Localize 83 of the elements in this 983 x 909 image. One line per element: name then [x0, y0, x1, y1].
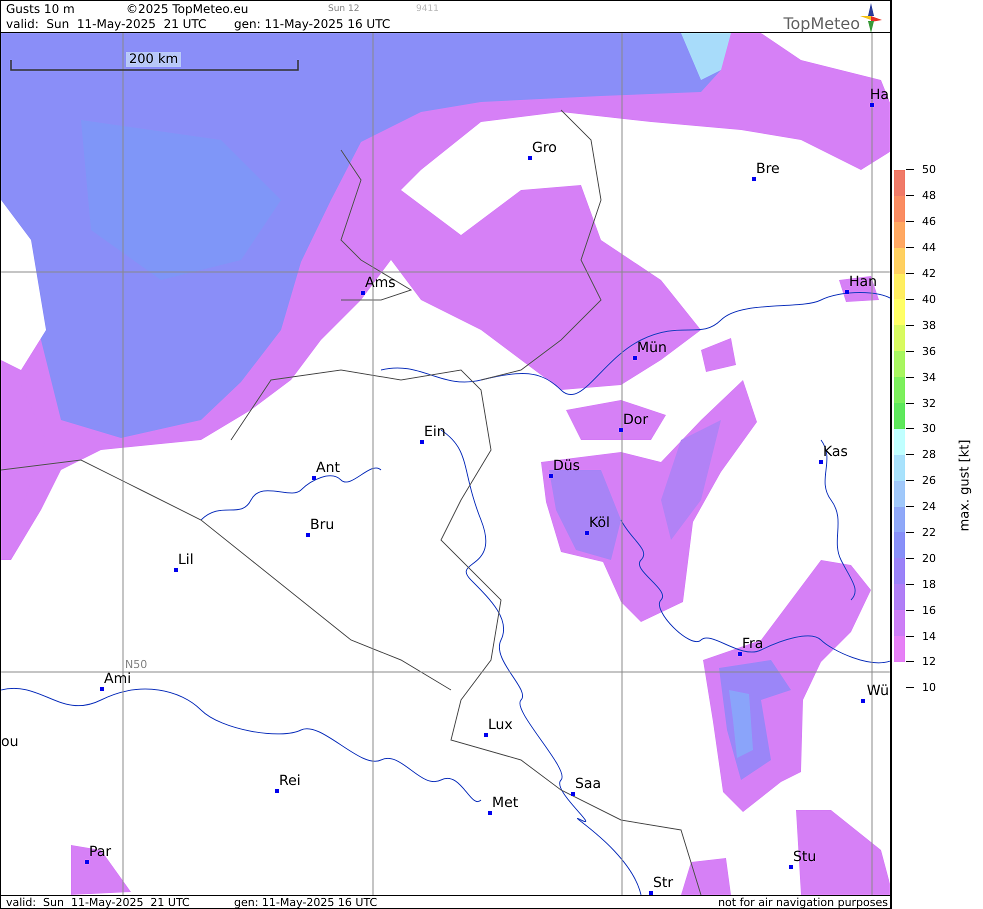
legend-tick-label: 46	[922, 215, 936, 228]
city-label: ou	[1, 734, 18, 750]
legend-tick-label: 36	[922, 344, 936, 358]
generated-time: gen: 11-May-2025 16 UTC	[234, 16, 390, 30]
city-marker	[549, 474, 553, 478]
city-marker	[789, 865, 793, 869]
city-label: Dor	[623, 412, 648, 428]
day-label: Sun 12	[328, 4, 360, 14]
city-marker	[312, 476, 316, 480]
city-label: Lux	[488, 717, 513, 733]
city-marker	[571, 792, 575, 796]
city-marker	[752, 177, 756, 181]
city-label: Ant	[316, 460, 340, 476]
legend-title: max. gust [kt]	[958, 439, 972, 531]
legend-tick-label: 48	[922, 189, 936, 202]
map-title: Gusts 10 m	[6, 2, 76, 16]
city-label: Saa	[575, 776, 602, 792]
city-marker	[819, 460, 823, 464]
legend-tick-label: 30	[922, 422, 936, 436]
legend-tick-label: 28	[922, 448, 936, 462]
legend-tick-label: 22	[922, 526, 936, 539]
legend-tick-label: 24	[922, 500, 936, 514]
legend-tick-label: 18	[922, 578, 936, 591]
city-marker	[619, 428, 623, 432]
city-label: Rei	[279, 773, 301, 789]
legend-tick-label: 10	[922, 681, 936, 694]
city-label: Bre	[756, 161, 780, 177]
legend-tick-label: 14	[922, 630, 936, 643]
city-marker	[633, 356, 637, 360]
city-marker	[484, 733, 488, 737]
city-marker	[488, 811, 492, 815]
legend-tick-label: 44	[922, 241, 936, 254]
city-label: Bru	[310, 517, 334, 533]
scale-label: 200 km	[126, 52, 182, 67]
legend-tick-label: 34	[922, 370, 936, 384]
city-label: Fra	[742, 636, 764, 652]
legend-tick-label: 26	[922, 474, 936, 488]
city-label: Lil	[178, 552, 194, 568]
city-label: Ein	[424, 424, 446, 440]
valid-time: valid: Sun 11-May-2025 21 UTC	[6, 16, 208, 30]
city-label: Ha	[870, 87, 889, 103]
city-label: Str	[653, 875, 674, 891]
city-label: Met	[492, 795, 518, 811]
city-marker	[861, 699, 865, 703]
city-marker	[361, 291, 365, 295]
city-label: Par	[89, 844, 112, 860]
city-marker	[870, 103, 874, 107]
city-label: Köl	[589, 515, 610, 531]
city-marker	[845, 290, 849, 294]
logo-text: TopMeteo	[783, 15, 860, 33]
city-label: Wü	[866, 683, 889, 699]
city-label: Düs	[553, 458, 580, 474]
valid-time: valid: Sun 11-May-2025 21 UTC	[6, 896, 191, 908]
code-label: 9411	[416, 4, 439, 14]
city-label: Ami	[104, 671, 132, 687]
legend-tick-label: 50	[922, 163, 936, 176]
legend-tick-label: 38	[922, 318, 936, 332]
city-label: Gro	[532, 140, 557, 156]
city-marker	[585, 531, 589, 535]
city-label: Mün	[637, 340, 667, 356]
city-marker	[649, 891, 653, 895]
legend-tick-label: 32	[922, 396, 936, 410]
city-marker	[306, 533, 310, 537]
latitude-label: N50	[125, 659, 148, 671]
legend-tick-label: 42	[922, 267, 936, 280]
legend-tick-label: 20	[922, 552, 936, 565]
star-logo-icon	[860, 3, 882, 33]
city-label: Ams	[365, 275, 396, 291]
generated-time: gen: 11-May-2025 16 UTC	[234, 896, 378, 908]
city-label: Stu	[793, 849, 816, 865]
city-marker	[85, 860, 89, 864]
disclaimer: not for air navigation purposes	[718, 896, 888, 908]
city-marker	[100, 687, 104, 691]
city-marker	[420, 440, 424, 444]
copyright: ©2025 TopMeteo.eu	[126, 2, 250, 16]
city-marker	[738, 652, 742, 656]
city-label: Han	[849, 274, 877, 290]
city-marker	[528, 156, 532, 160]
legend-tick-label: 40	[922, 292, 936, 306]
city-marker	[275, 789, 279, 793]
city-marker	[174, 568, 178, 572]
legend-tick-label: 16	[922, 604, 936, 617]
legend-tick-label: 12	[922, 655, 936, 668]
